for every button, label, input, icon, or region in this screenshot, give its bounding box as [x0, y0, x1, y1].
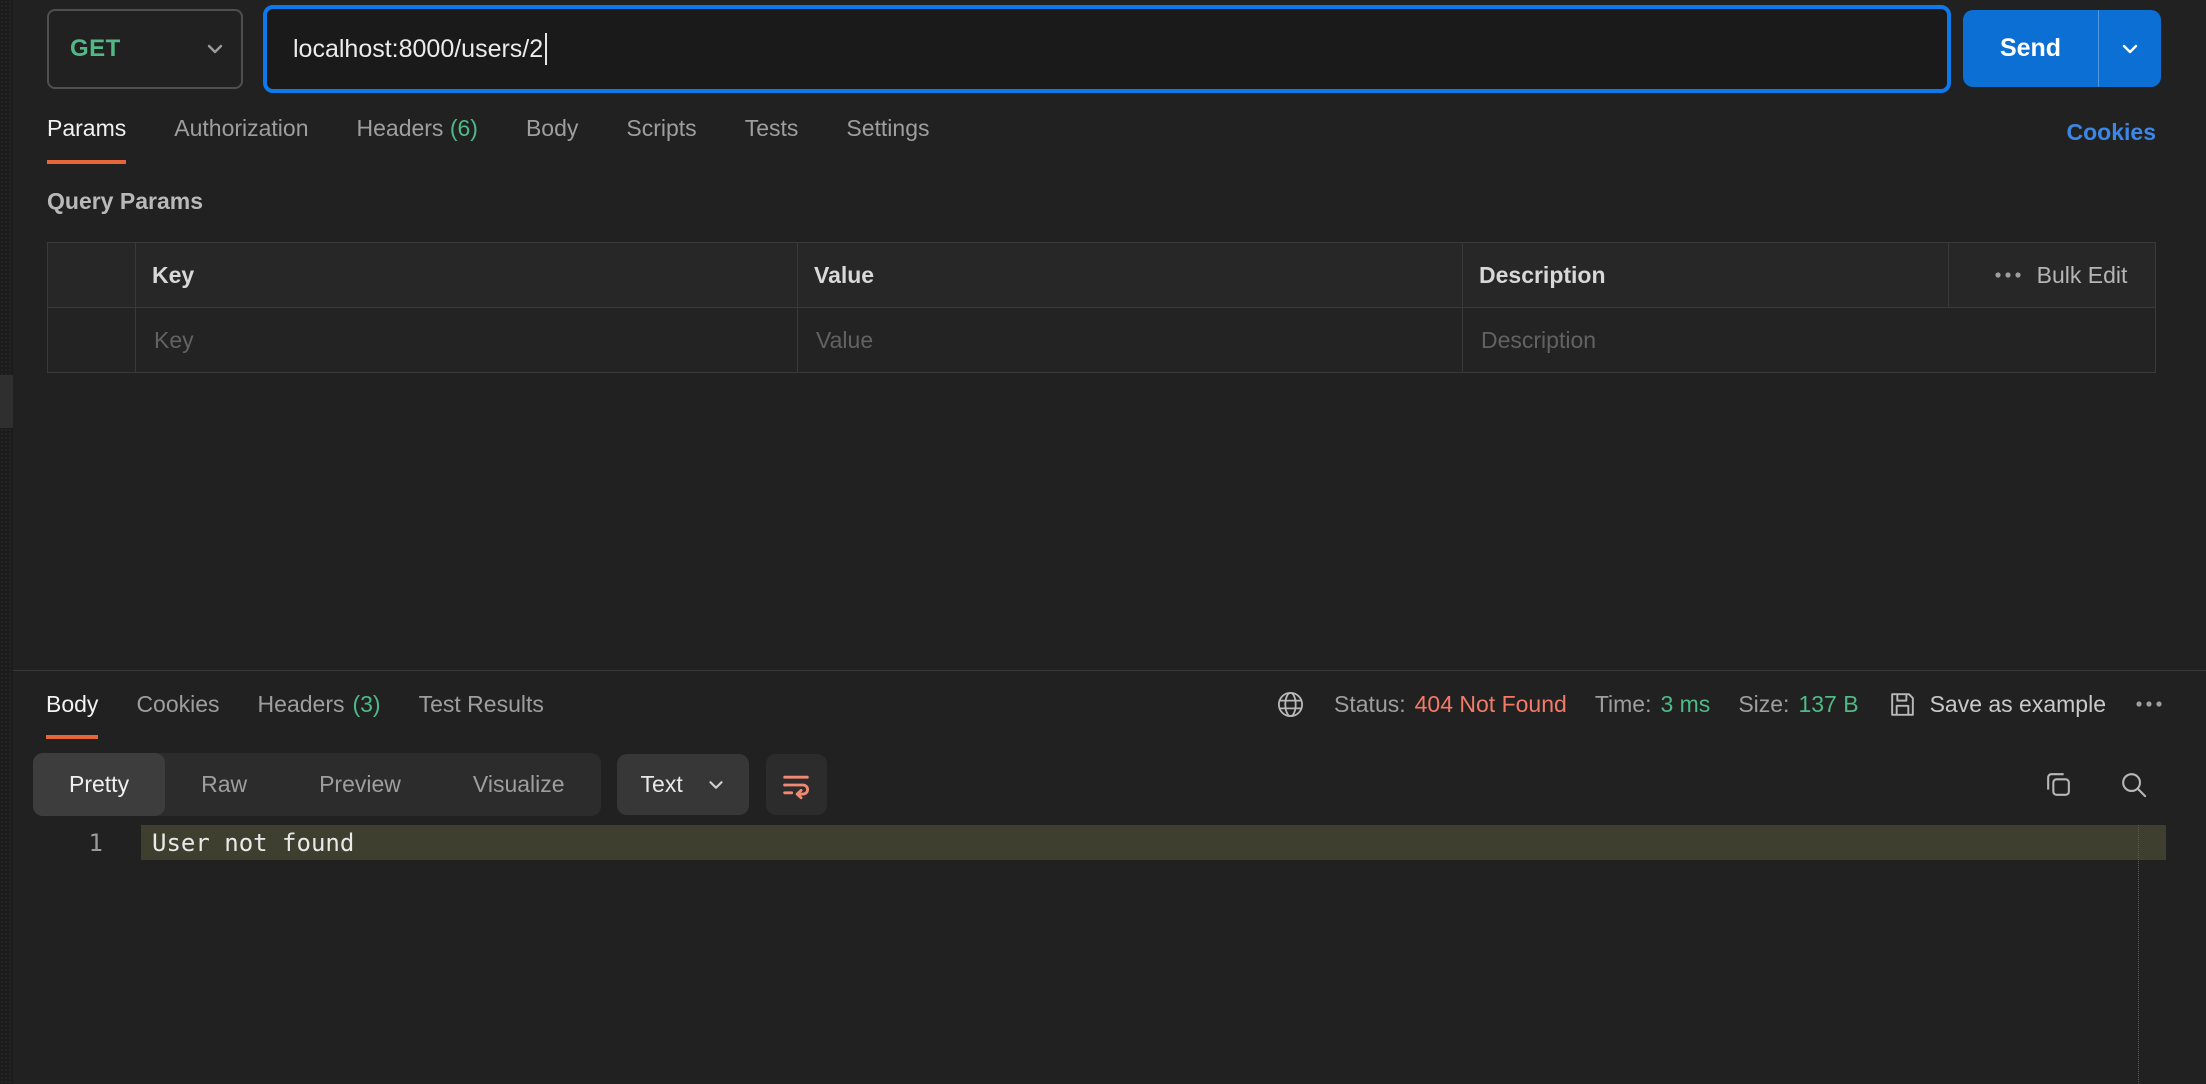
copy-icon	[2043, 769, 2074, 800]
status-value: 404 Not Found	[1415, 691, 1567, 718]
request-tabs-bar: Params Authorization Headers (6) Body Sc…	[47, 115, 2156, 164]
chevron-down-icon	[203, 37, 227, 61]
response-header: Body Cookies Headers(3) Test Results Sta…	[13, 671, 2206, 737]
status-indicator: Status: 404 Not Found	[1334, 691, 1567, 718]
tab-params[interactable]: Params	[47, 115, 126, 164]
search-response-button[interactable]	[2118, 769, 2149, 800]
value-column-header: Value	[798, 243, 1463, 307]
response-toolbar: Pretty Raw Preview Visualize Text	[13, 753, 2206, 816]
table-row	[48, 308, 2155, 372]
network-globe-icon[interactable]	[1275, 689, 1306, 720]
view-mode-visualize[interactable]: Visualize	[437, 753, 601, 816]
bulk-edit-button[interactable]: Bulk Edit	[1949, 243, 2155, 307]
view-mode-pretty[interactable]: Pretty	[33, 753, 165, 816]
method-label: GET	[70, 35, 121, 63]
cookies-link[interactable]: Cookies	[2067, 119, 2156, 164]
value-input[interactable]	[814, 326, 1430, 355]
format-selected-label: Text	[641, 771, 683, 798]
tab-authorization[interactable]: Authorization	[174, 115, 308, 164]
query-params-title: Query Params	[47, 188, 2206, 215]
left-sidebar-rail	[0, 0, 13, 1084]
response-tabs: Body Cookies Headers(3) Test Results	[46, 671, 544, 737]
time-indicator: Time: 3 ms	[1595, 691, 1711, 718]
tab-body[interactable]: Body	[526, 115, 578, 164]
code-line-1: 1 User not found	[13, 825, 2206, 860]
response-tab-test-results[interactable]: Test Results	[419, 673, 544, 739]
checkbox-column-header	[48, 243, 136, 307]
headers-count-badge: (6)	[450, 115, 478, 141]
key-input[interactable]	[152, 326, 765, 355]
send-button[interactable]: Send	[1963, 10, 2099, 87]
response-more-actions-icon[interactable]	[2134, 696, 2164, 712]
copy-response-button[interactable]	[2043, 769, 2074, 800]
description-input[interactable]	[1479, 326, 2121, 355]
query-params-table: Key Value Description Bulk Edit	[47, 242, 2156, 373]
view-mode-switcher: Pretty Raw Preview Visualize	[33, 753, 601, 816]
line-content[interactable]: User not found	[141, 825, 2166, 860]
chevron-down-icon	[705, 774, 727, 796]
response-tab-cookies[interactable]: Cookies	[136, 673, 219, 739]
save-as-example-button[interactable]: Save as example	[1887, 689, 2106, 720]
time-value: 3 ms	[1660, 691, 1710, 718]
send-label: Send	[2000, 34, 2061, 63]
line-wrap-icon	[779, 768, 813, 802]
tab-scripts[interactable]: Scripts	[626, 115, 696, 164]
send-options-button[interactable]	[2099, 10, 2161, 87]
save-floppy-icon	[1887, 689, 1918, 720]
size-value: 137 B	[1798, 691, 1858, 718]
sidebar-drag-handle[interactable]	[0, 375, 13, 428]
key-cell	[136, 308, 798, 372]
tab-tests[interactable]: Tests	[745, 115, 799, 164]
line-number: 1	[13, 829, 141, 857]
view-mode-raw[interactable]: Raw	[165, 753, 283, 816]
response-meta-bar: Status: 404 Not Found Time: 3 ms Size: 1…	[1275, 689, 2164, 720]
text-caret	[545, 33, 547, 65]
description-cell	[1463, 308, 2155, 372]
size-indicator: Size: 137 B	[1738, 691, 1858, 718]
method-dropdown[interactable]: GET	[47, 9, 243, 89]
response-body-editor[interactable]: 1 User not found	[13, 825, 2206, 1084]
view-mode-preview[interactable]: Preview	[283, 753, 437, 816]
chevron-down-icon	[2118, 37, 2142, 61]
send-button-group: Send	[1963, 10, 2161, 87]
response-headers-count-badge: (3)	[352, 691, 380, 718]
response-tab-headers[interactable]: Headers(3)	[258, 673, 381, 739]
line-wrap-button[interactable]	[766, 754, 827, 815]
search-icon	[2118, 769, 2149, 800]
request-url-bar: GET localhost:8000/users/2 Send	[47, 7, 2161, 91]
url-input[interactable]: localhost:8000/users/2	[263, 5, 1951, 93]
request-tabs: Params Authorization Headers (6) Body Sc…	[47, 115, 2067, 164]
description-column-header: Description	[1463, 243, 1949, 307]
row-checkbox-cell	[48, 308, 136, 372]
response-pane: Body Cookies Headers(3) Test Results Sta…	[13, 670, 2206, 1084]
editor-ruler-line	[2138, 825, 2139, 1084]
format-dropdown[interactable]: Text	[617, 754, 749, 815]
tab-settings[interactable]: Settings	[846, 115, 929, 164]
table-header-row: Key Value Description Bulk Edit	[48, 243, 2155, 308]
key-column-header: Key	[136, 243, 798, 307]
url-text: localhost:8000/users/2	[293, 35, 543, 64]
more-dots-icon	[1993, 267, 2023, 283]
response-tab-body[interactable]: Body	[46, 673, 98, 739]
value-cell	[798, 308, 1463, 372]
tab-headers[interactable]: Headers (6)	[357, 115, 478, 164]
